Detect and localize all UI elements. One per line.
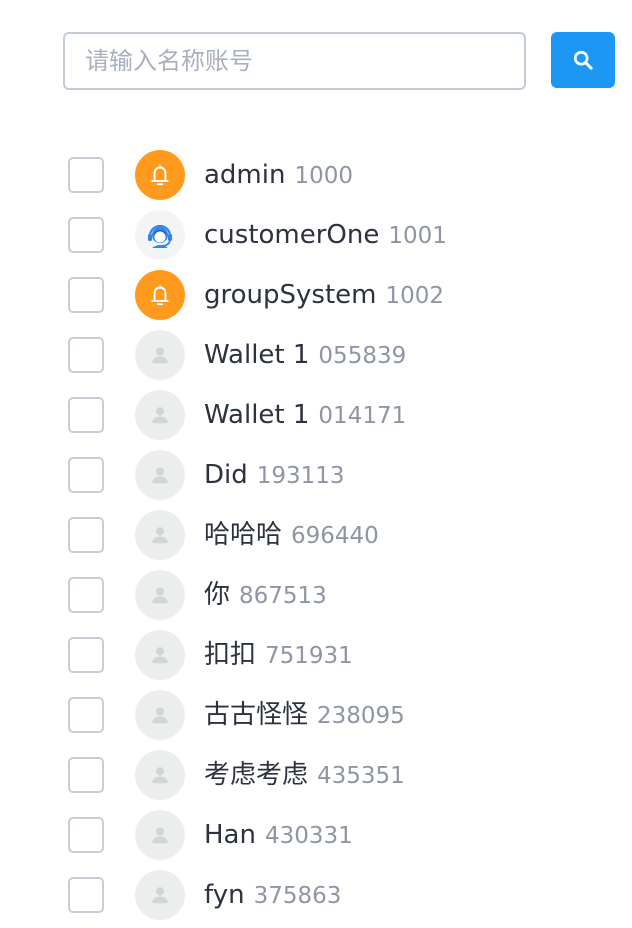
select-checkbox[interactable] xyxy=(68,517,104,553)
avatar xyxy=(135,390,185,440)
default-user-icon xyxy=(149,884,171,906)
list-item[interactable]: Wallet 1 014171 xyxy=(0,385,632,445)
user-name: 你 xyxy=(204,580,231,610)
avatar xyxy=(135,630,185,680)
user-info: customerOne 1001 xyxy=(204,205,447,265)
list-item[interactable]: customerOne 1001 xyxy=(0,205,632,265)
search-icon xyxy=(573,50,593,70)
avatar xyxy=(135,690,185,740)
user-id: 014171 xyxy=(318,403,407,429)
avatar xyxy=(135,450,185,500)
default-user-icon xyxy=(149,524,171,546)
list-item[interactable]: Did 193113 xyxy=(0,445,632,505)
list-item[interactable]: 扣扣 751931 xyxy=(0,625,632,685)
user-name: 扣扣 xyxy=(204,640,257,670)
default-user-icon xyxy=(149,704,171,726)
user-list: admin 1000 customerOne 1001 groupSystem 1002 W… xyxy=(0,145,632,925)
select-checkbox[interactable] xyxy=(68,637,104,673)
avatar xyxy=(135,210,185,260)
headset-agent-icon xyxy=(143,218,177,252)
select-checkbox[interactable] xyxy=(68,697,104,733)
user-name: Did xyxy=(204,460,248,490)
user-id: 238095 xyxy=(317,703,405,729)
select-checkbox[interactable] xyxy=(68,577,104,613)
user-name: admin xyxy=(204,160,286,190)
list-item[interactable]: fyn 375863 xyxy=(0,865,632,925)
select-checkbox[interactable] xyxy=(68,757,104,793)
user-id: 375863 xyxy=(253,883,342,909)
avatar xyxy=(135,330,185,380)
search-input[interactable] xyxy=(63,32,526,90)
bell-icon xyxy=(147,282,173,308)
select-checkbox[interactable] xyxy=(68,337,104,373)
avatar xyxy=(135,750,185,800)
avatar xyxy=(135,570,185,620)
avatar xyxy=(135,870,185,920)
list-item[interactable]: 考虑考虑 435351 xyxy=(0,745,632,805)
list-item[interactable]: 古古怪怪 238095 xyxy=(0,685,632,745)
default-user-icon xyxy=(149,644,171,666)
select-checkbox[interactable] xyxy=(68,817,104,853)
user-id: 193113 xyxy=(256,463,345,489)
user-name: Wallet 1 xyxy=(204,340,310,370)
list-item[interactable]: Wallet 1 055839 xyxy=(0,325,632,385)
search-bar xyxy=(63,32,615,90)
user-id: 435351 xyxy=(317,763,405,789)
list-item[interactable]: Han 430331 xyxy=(0,805,632,865)
user-id: 1000 xyxy=(294,163,354,189)
user-id: 1002 xyxy=(385,283,445,309)
list-item[interactable]: groupSystem 1002 xyxy=(0,265,632,325)
user-id: 751931 xyxy=(265,643,353,669)
list-item[interactable]: 你 867513 xyxy=(0,565,632,625)
user-info: 哈哈哈 696440 xyxy=(204,505,379,565)
user-name: 考虑考虑 xyxy=(204,760,309,790)
select-checkbox[interactable] xyxy=(68,217,104,253)
user-name: 哈哈哈 xyxy=(204,520,283,550)
bell-icon xyxy=(147,162,173,188)
user-name: 古古怪怪 xyxy=(204,700,309,730)
default-user-icon xyxy=(149,404,171,426)
user-id: 1001 xyxy=(388,223,447,249)
user-info: 考虑考虑 435351 xyxy=(204,745,405,805)
user-name: fyn xyxy=(204,880,245,910)
user-info: Han 430331 xyxy=(204,805,353,865)
user-info: Wallet 1 014171 xyxy=(204,385,406,445)
search-button[interactable] xyxy=(551,32,615,88)
user-info: Did 193113 xyxy=(204,445,345,505)
default-user-icon xyxy=(149,464,171,486)
select-checkbox[interactable] xyxy=(68,277,104,313)
user-info: groupSystem 1002 xyxy=(204,265,444,325)
user-info: fyn 375863 xyxy=(204,865,341,925)
user-info: 扣扣 751931 xyxy=(204,625,353,685)
list-item[interactable]: admin 1000 xyxy=(0,145,632,205)
user-name: customerOne xyxy=(204,220,380,250)
default-user-icon xyxy=(149,824,171,846)
default-user-icon xyxy=(149,584,171,606)
user-id: 696440 xyxy=(291,523,379,549)
avatar xyxy=(135,810,185,860)
user-info: 古古怪怪 238095 xyxy=(204,685,405,745)
user-id: 055839 xyxy=(318,343,407,369)
list-item[interactable]: 哈哈哈 696440 xyxy=(0,505,632,565)
avatar xyxy=(135,270,185,320)
user-id: 867513 xyxy=(239,583,327,609)
user-id: 430331 xyxy=(264,823,353,849)
user-name: groupSystem xyxy=(204,280,377,310)
user-name: Wallet 1 xyxy=(204,400,310,430)
default-user-icon xyxy=(149,764,171,786)
select-checkbox[interactable] xyxy=(68,457,104,493)
user-info: Wallet 1 055839 xyxy=(204,325,406,385)
user-name: Han xyxy=(204,820,256,850)
select-checkbox[interactable] xyxy=(68,397,104,433)
select-checkbox[interactable] xyxy=(68,157,104,193)
user-info: 你 867513 xyxy=(204,565,327,625)
default-user-icon xyxy=(149,344,171,366)
user-info: admin 1000 xyxy=(204,145,353,205)
avatar xyxy=(135,150,185,200)
avatar xyxy=(135,510,185,560)
